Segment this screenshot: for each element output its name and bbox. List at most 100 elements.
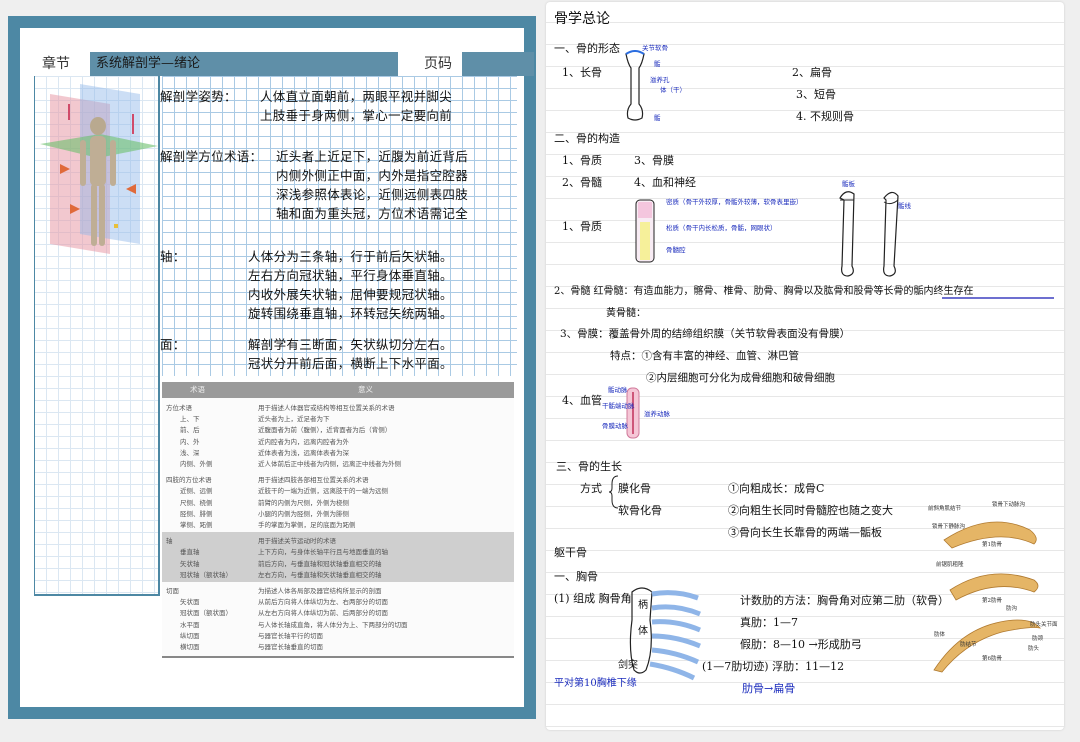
epiphyseal-line-label: 骺线 [898,202,911,210]
periosteal-artery-label: 骨膜动脉 [602,422,628,430]
rib-label-first-rib: 第1肋骨 [982,542,1002,548]
bone-substance-heading: 1、骨质 [562,220,602,233]
rib-flat-bone-note: 肋骨→扁骨 [742,682,796,695]
table-cell-term: 横切面 [180,643,200,651]
table-cell-meaning: 从前后方向将人体纵切为左、右两部分的切面 [258,598,388,607]
page-number-box [462,52,534,76]
posture-label: 解剖学姿势： [160,89,237,104]
posture-line-2: 上肢垂于身两侧，掌心一定要向前 [260,108,453,123]
xiphoid-label: 剑突 [618,660,638,671]
right-notebook-page: 骨学总论 一、骨的形态 1、长骨 2、扁骨 3、短骨 4. 不规则骨 关节软骨 … [546,2,1064,730]
table-cell-meaning: 近体表者为浅，远离体表者为深 [258,448,349,457]
plane-line-1: 解剖学有三断面，矢状纵切分左右。 [248,337,453,352]
table-cell-term: 纵切面 [180,631,200,640]
rib-label-head: 肋头 [1028,646,1040,652]
table-cell-meaning: 用于描述四肢各部相互位置关系的术语 [258,476,369,485]
table-cell-term: 冠状轴（额状轴） [180,570,232,579]
table-row: 尺侧、桡侧 前臂的内侧为尺侧，外侧为桡侧 [166,497,349,507]
table-cell-term: 冠状面（额状面） [180,609,232,618]
table-cell-term: 内侧、外侧 [180,460,213,468]
posture-line-1: 人体直立面朝前，两眼平视并脚尖 [260,89,453,104]
table-cell-meaning: 左右方向，与垂直轴和矢状轴垂直相交的轴 [258,570,382,579]
terms-line-3: 深浅参照体表论，近侧远侧表四肢 [276,187,469,202]
table-row: 前、后 近腹面者为前（腹侧），近背面者为后（背侧） [166,424,391,434]
section-bone-structure: 二、骨的构造 [554,132,620,145]
terms-line-1: 近头者上近足下，近腹为前近背后 [276,149,469,164]
table-row: 浅、深 近体表者为浅，远离体表者为深 [166,447,349,457]
table-cell-term: 近侧、远侧 [180,487,213,496]
plane-label: 面： [160,337,186,352]
manubrium-label: 柄 [638,600,648,611]
table-cell-meaning: 近腹面者为前（腹侧），近背面者为后（背侧） [258,426,392,435]
long-bone-sketch [625,50,645,121]
axis-line-4: 旋转围绕垂直轴，环转冠矢统两轴。 [248,306,453,321]
long-bone-label: 1、长骨 [562,66,602,79]
rib-count-method: 计数肋的方法：胸骨角对应第二肋（软骨） [740,594,949,607]
table-cell-term: 水平面 [180,620,200,629]
table-cell-term: 垂直轴 [180,548,200,557]
table-row: 内侧、外侧 近人体前后正中线者为内侧，远离正中线者为外侧 [166,458,401,468]
table-row: 轴 用于描述关节运动时的术语 [166,535,336,545]
table-header: 术语 意义 [162,382,514,398]
rib-label-tubercle: 肋结节 [960,642,977,648]
left-notebook-page: 章节 系统解剖学—绪论 页码 解剖学姿势： 人体直立面朝前，两眼平视并脚尖 上肢… [8,16,536,719]
table-cell-term: 轴 [166,537,173,546]
left-border-line [34,76,35,596]
table-cell-meaning: 上下方向，与身体长轴平行且与地面垂直的轴 [258,548,388,557]
table-cell-term: 尺侧、桡侧 [180,498,213,507]
epiphyseal-plate-label: 骺板 [842,180,855,188]
table-cell-term: 矢状轴 [180,559,200,568]
table-cell-meaning: 前后方向，与垂直轴和冠状轴垂直相交的轴 [258,559,382,568]
nutrient-foramen-label: 滋养孔 [650,76,670,84]
irregular-bone-label: 4. 不规则骨 [796,110,854,123]
table-cell-term: 四肢的方位术语 [166,476,212,485]
rib-label-shaft: 肋体 [934,632,946,638]
structure-item-marrow: 2、骨髓 [562,176,602,189]
table-cell-term: 前、后 [180,426,200,435]
table-row: 水平面 与人体长轴成直角，将人体分为上、下两部分的切面 [166,619,408,629]
table-row: 矢状面 从前后方向将人体纵切为左、右两部分的切面 [166,596,388,606]
table-row: 近侧、远侧 近肢干的一端为近侧，远离肢干的一端为远侧 [166,485,388,495]
table-cell-term: 浅、深 [180,448,200,457]
table-cell-term: 掌侧、跖侧 [180,521,213,529]
terms-line-4: 轴和面为重头冠，方位术语需记全 [276,206,469,221]
table-row: 冠状面（额状面） 从左右方向将人体纵切为前、后两部分的切面 [166,607,388,617]
terms-line-2: 内侧外侧正中面，内外是指空腔器 [276,168,469,183]
table-cell-meaning: 用于描述关节运动时的术语 [258,537,336,546]
table-cell-term: 矢状面 [180,598,200,607]
table-row: 横切面 与器官长轴垂直的切面 [166,641,323,651]
table-row: 冠状轴（额状轴） 左右方向，与垂直轴和矢状轴垂直相交的轴 [166,569,382,579]
table-row: 上、下 近头者为上，近足者为下 [166,413,330,423]
table-cell-meaning: 近人体前后正中线者为内侧，远离正中线者为外侧 [258,460,401,468]
intramembranous-label: 膜化骨 [618,482,651,495]
table-row: 四肢的方位术语 用于描述四肢各部相互位置关系的术语 [166,474,369,484]
articular-cartilage-label: 关节软骨 [642,44,668,52]
periosteum-text: 3、骨膜：覆盖骨外周的结缔组织膜（关节软骨表面没有骨膜） [560,328,851,340]
structure-item-vessels: 4、血和神经 [634,176,696,189]
floating-ribs: (1—7肋切迹) 浮肋：11—12 [702,660,845,673]
structure-item-bone-substance: 1、骨质 [562,154,602,167]
spongy-bone-label: 松质（骨干内长松质，骨骺，网眼状） [666,224,777,232]
table-row: 内、外 近内腔者为内，远离内腔者为外 [166,436,349,446]
endochondral-label: 软骨化骨 [618,504,662,517]
left-page-sheet: 章节 系统解剖学—绪论 页码 解剖学姿势： 人体直立面朝前，两眼平视并脚尖 上肢… [20,28,534,707]
section-bone-growth: 三、骨的生长 [556,460,622,473]
table-cell-term: 方位术语 [166,404,192,412]
periosteum-feature-1: 特点：①含有丰富的神经、血管、淋巴管 [610,350,799,362]
anatomical-planes-figure [40,84,158,254]
table-cell-meaning: 近头者为上，近足者为下 [258,415,330,424]
sternum-composition: (1) 组成 胸骨角 [554,592,632,605]
table-cell-meaning: 与器官长轴垂直的切面 [258,643,323,651]
epiphyseal-plate-sketch [839,191,899,277]
section-bone-shape: 一、骨的形态 [554,42,620,55]
true-ribs: 真肋：1—7 [740,616,798,629]
blood-vessel-heading: 4、血管 [562,394,602,407]
table-cell-meaning: 手的掌面为掌侧，足的底面为跖侧 [258,521,356,529]
marrow-cavity-label: 骨髓腔 [666,246,686,254]
table-cell-meaning: 近内腔者为内，远离内腔者为外 [258,437,349,446]
axis-line-2: 左右方向冠状轴，平行身体垂直轴。 [248,268,453,283]
table-cell-term: 切面 [166,587,179,595]
section-trunk-bones: 躯干骨 [554,546,587,559]
rib-label-anterior-scalene: 前斜角肌结节 [928,506,962,512]
epiphysis-lower-label: 骺 [654,114,661,122]
